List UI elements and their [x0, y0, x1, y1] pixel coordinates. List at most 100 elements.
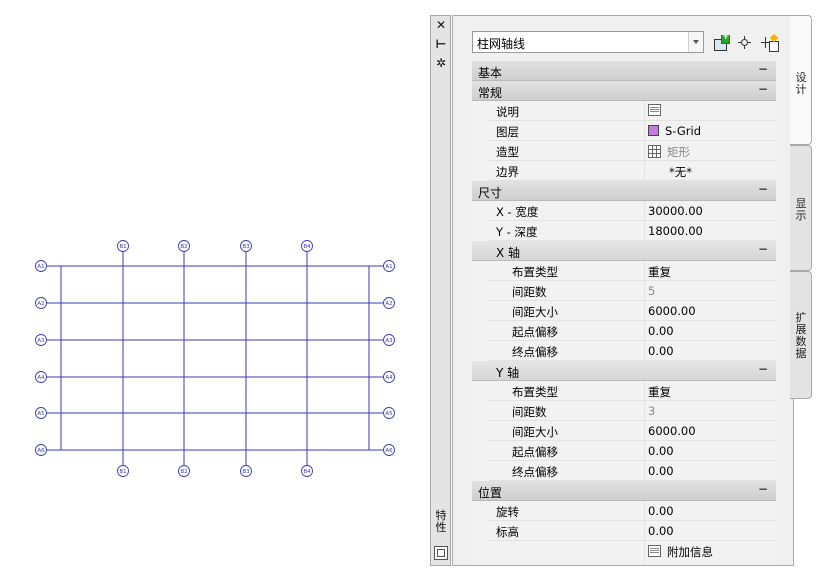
prop-value[interactable]: 重复: [648, 384, 671, 400]
palette-titlebar[interactable]: ✕ ⊢ ✲ 特性: [430, 15, 451, 566]
prop-value[interactable]: 5: [648, 284, 655, 298]
grid-bubble-left-3-label[interactable]: A3: [37, 338, 45, 344]
pick-point-icon[interactable]: [736, 34, 754, 52]
prop-label: 间距数: [512, 405, 547, 419]
prop-value[interactable]: 0.00: [648, 504, 674, 518]
collapse-icon[interactable]: −: [758, 242, 768, 256]
prop-layer[interactable]: 图层 S-Grid: [472, 121, 776, 141]
grid-bubble-left-5-label[interactable]: A5: [37, 411, 45, 417]
category-location[interactable]: 位置 −: [472, 481, 776, 501]
palette-menu-icon[interactable]: [434, 546, 448, 560]
grid-bubble-bottom-2-label[interactable]: B2: [180, 469, 187, 475]
grid-bubble-right-6-label[interactable]: A6: [385, 448, 393, 454]
tab-extended-data[interactable]: 扩展数据: [790, 271, 812, 399]
grid-bubble-right-4-label[interactable]: A4: [385, 375, 393, 381]
category-general[interactable]: 常规 −: [472, 81, 776, 101]
grid-bubble-left-1-label[interactable]: A1: [37, 264, 44, 270]
prop-value[interactable]: 重复: [648, 264, 671, 280]
prop-x-layout-type[interactable]: 布置类型 重复: [472, 261, 776, 281]
prop-y-depth[interactable]: Y - 深度 18000.00: [472, 221, 776, 241]
subcategory-x-axis[interactable]: X 轴 −: [472, 241, 776, 261]
category-dimensions[interactable]: 尺寸 −: [472, 181, 776, 201]
prop-value[interactable]: 3: [648, 404, 655, 418]
grid-bubble-top-1-label[interactable]: B1: [119, 244, 126, 250]
grid-bubble-right-3-label[interactable]: A3: [385, 338, 393, 344]
prop-value[interactable]: 0.00: [648, 524, 674, 538]
grid-bubble-bottom-3-label[interactable]: B3: [242, 469, 250, 475]
tab-display[interactable]: 显示: [790, 145, 812, 271]
prop-label: 布置类型: [512, 265, 558, 279]
prop-value[interactable]: *无*: [669, 164, 692, 180]
prop-x-start-offset[interactable]: 起点偏移 0.00: [472, 321, 776, 341]
close-icon[interactable]: ✕: [434, 18, 448, 32]
grid-bubble-left-2-label[interactable]: A2: [37, 301, 44, 307]
prop-additional-info[interactable]: 附加信息: [472, 541, 776, 561]
prop-elevation[interactable]: 标高 0.00: [472, 521, 776, 541]
prop-label: 说明: [496, 105, 519, 119]
grid-bubble-bottom-1-label[interactable]: B1: [119, 469, 126, 475]
collapse-icon[interactable]: −: [758, 62, 768, 76]
grid-bubble-left-4-label[interactable]: A4: [37, 375, 45, 381]
grid-bubble-right-5-label[interactable]: A5: [385, 411, 393, 417]
grid-bubble-bottom-4-label[interactable]: B4: [303, 469, 311, 475]
drawing-canvas[interactable]: B1 B2 B3 B4 B1 B2 B3 B4 A1 A2 A3 A4 A5 A6 A1 A2 A3 A4 A5 A6: [0, 0, 428, 572]
prop-value[interactable]: 6000.00: [648, 424, 696, 438]
prop-label: 标高: [496, 525, 519, 539]
prop-value[interactable]: 0.00: [648, 464, 674, 478]
prop-label: 间距数: [512, 285, 547, 299]
grid-bubble-left-6-label[interactable]: A6: [37, 448, 45, 454]
prop-label: Y - 深度: [496, 225, 538, 239]
add-style-icon[interactable]: [712, 32, 730, 52]
prop-y-start-offset[interactable]: 起点偏移 0.00: [472, 441, 776, 461]
prop-value[interactable]: 矩形: [648, 144, 690, 160]
tab-design[interactable]: 设计: [790, 15, 812, 145]
prop-value[interactable]: 0.00: [648, 444, 674, 458]
prop-x-width[interactable]: X - 宽度 30000.00: [472, 201, 776, 221]
prop-boundary[interactable]: 边界 *无*: [472, 161, 776, 181]
grid-bubble-top-2-label[interactable]: B2: [180, 244, 187, 250]
prop-value[interactable]: 6000.00: [648, 304, 696, 318]
layer-color-icon: [648, 125, 659, 136]
column-grid[interactable]: B1 B2 B3 B4 B1 B2 B3 B4 A1 A2 A3 A4 A5 A6 A1 A2 A3 A4 A5 A6: [0, 0, 428, 572]
grid-bubble-right-1-label[interactable]: A1: [385, 264, 392, 270]
prop-y-end-offset[interactable]: 终点偏移 0.00: [472, 461, 776, 481]
additional-info-link[interactable]: 附加信息: [648, 544, 713, 560]
prop-x-bay-count[interactable]: 间距数 5: [472, 281, 776, 301]
prop-value[interactable]: 18000.00: [648, 224, 703, 238]
prop-label: 终点偏移: [512, 465, 558, 479]
prop-value[interactable]: 0.00: [648, 324, 674, 338]
subcategory-label: Y 轴: [496, 366, 520, 380]
prop-y-layout-type[interactable]: 布置类型 重复: [472, 381, 776, 401]
collapse-icon[interactable]: −: [758, 482, 768, 496]
prop-label: 终点偏移: [512, 345, 558, 359]
layer-value: S-Grid: [665, 124, 702, 138]
autohide-icon[interactable]: ⊢: [434, 37, 448, 51]
grid-boundary[interactable]: [60, 265, 370, 451]
prop-shape[interactable]: 造型 矩形: [472, 141, 776, 161]
prop-y-bay-count[interactable]: 间距数 3: [472, 401, 776, 421]
category-label: 基本: [478, 66, 503, 80]
grid-bubble-right-2-label[interactable]: A2: [385, 301, 392, 307]
prop-value[interactable]: 30000.00: [648, 204, 703, 218]
grid-bubble-top-4-label[interactable]: B4: [303, 244, 311, 250]
chevron-down-icon[interactable]: [688, 32, 703, 52]
collapse-icon[interactable]: −: [758, 182, 768, 196]
prop-value[interactable]: S-Grid: [648, 124, 701, 138]
subcategory-y-axis[interactable]: Y 轴 −: [472, 361, 776, 381]
prop-label: 间距大小: [512, 305, 558, 319]
prop-x-bay-size[interactable]: 间距大小 6000.00: [472, 301, 776, 321]
grid-bubble-top-3-label[interactable]: B3: [242, 244, 250, 250]
prop-value[interactable]: [648, 104, 667, 118]
prop-rotation[interactable]: 旋转 0.00: [472, 501, 776, 521]
document-icon[interactable]: [648, 104, 661, 116]
collapse-icon[interactable]: −: [758, 82, 768, 96]
prop-value[interactable]: 0.00: [648, 344, 674, 358]
prop-description[interactable]: 说明: [472, 101, 776, 121]
prop-y-bay-size[interactable]: 间距大小 6000.00: [472, 421, 776, 441]
object-type-dropdown[interactable]: 柱网轴线: [472, 31, 704, 53]
category-basic[interactable]: 基本 −: [472, 61, 776, 81]
settings-icon[interactable]: ✲: [434, 56, 448, 70]
prop-x-end-offset[interactable]: 终点偏移 0.00: [472, 341, 776, 361]
collapse-icon[interactable]: −: [758, 362, 768, 376]
quick-select-icon[interactable]: [760, 33, 779, 52]
